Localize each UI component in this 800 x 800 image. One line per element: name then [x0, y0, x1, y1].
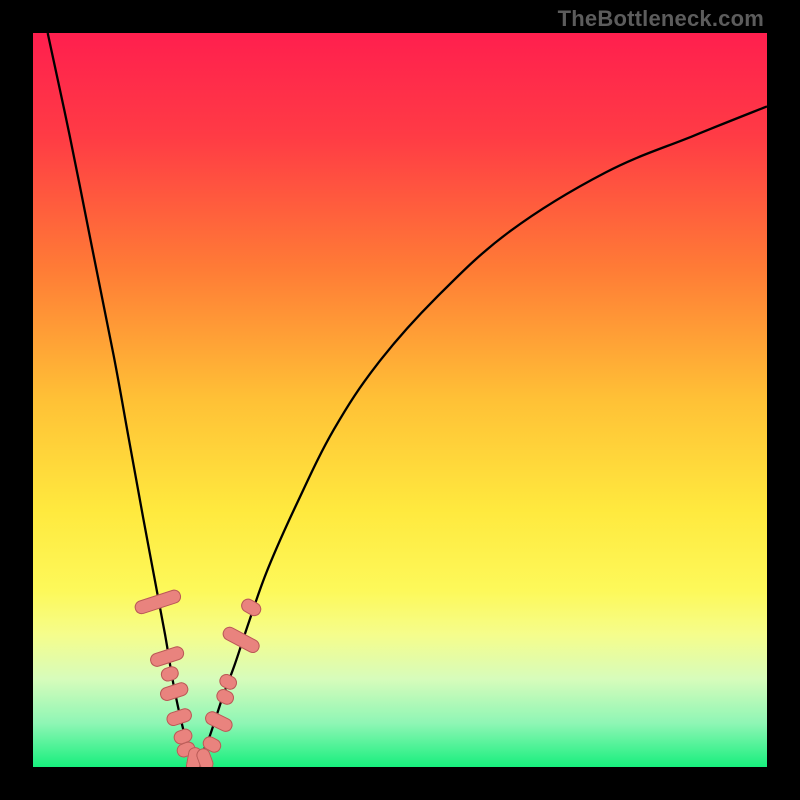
right-branch-curve — [194, 106, 767, 763]
curve-layer — [33, 33, 767, 767]
watermark-text: TheBottleneck.com — [558, 6, 764, 32]
plot-area — [33, 33, 767, 767]
chart-frame: TheBottleneck.com — [0, 0, 800, 800]
